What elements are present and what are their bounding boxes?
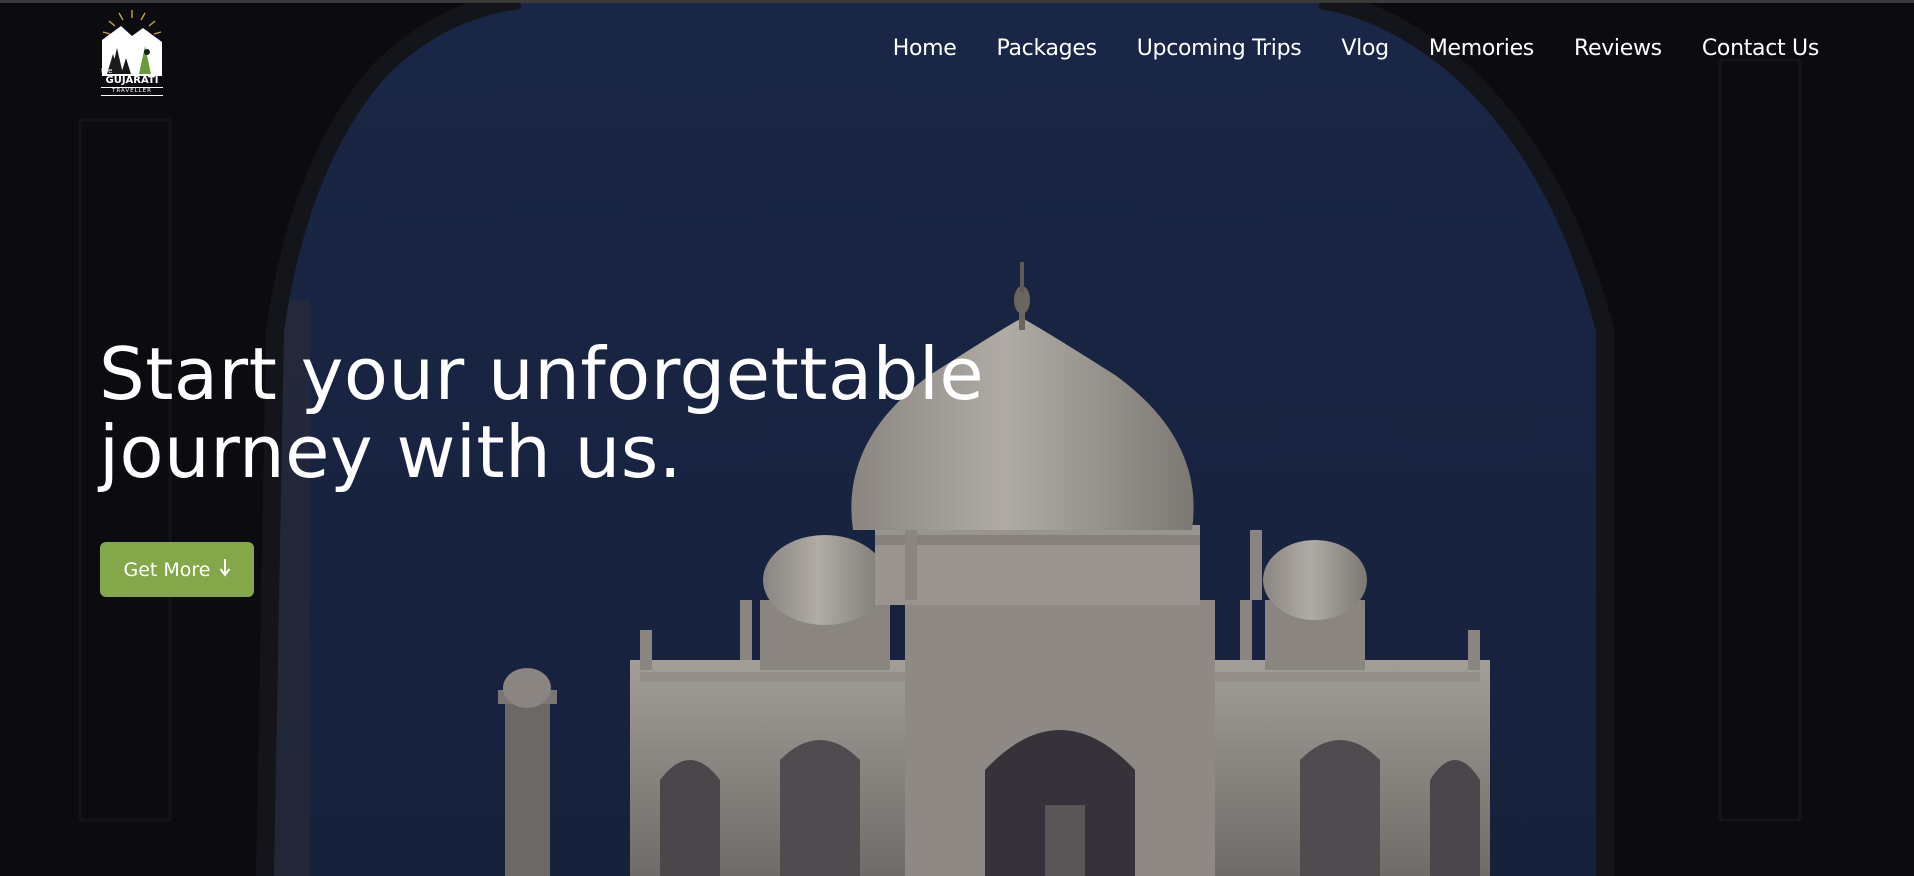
get-more-label: Get More	[123, 558, 211, 581]
get-more-button[interactable]: Get More	[100, 542, 254, 597]
nav-packages[interactable]: Packages	[996, 36, 1097, 61]
arrow-down-icon	[219, 557, 231, 582]
nav-home[interactable]: Home	[893, 36, 957, 61]
logo-text-sub: TRAVELLER	[101, 87, 163, 96]
top-border	[0, 0, 1914, 3]
nav-vlog[interactable]: Vlog	[1341, 36, 1389, 61]
brand-logo[interactable]: the GUJARATI TRAVELLER	[99, 8, 165, 100]
nav-reviews[interactable]: Reviews	[1574, 36, 1662, 61]
hero-headline-line-2: journey with us.	[99, 410, 683, 494]
hero-headline: Start your unforgettable journey with us…	[99, 335, 1099, 491]
logo-text-top: the	[101, 67, 113, 75]
main-nav: Home Packages Upcoming Trips Vlog Memori…	[893, 36, 1820, 61]
nav-upcoming-trips[interactable]: Upcoming Trips	[1137, 36, 1302, 61]
nav-contact-us[interactable]: Contact Us	[1702, 36, 1819, 61]
logo-text-main: GUJARATI	[105, 75, 159, 86]
hero-headline-line-1: Start your unforgettable	[99, 332, 985, 416]
nav-memories[interactable]: Memories	[1429, 36, 1534, 61]
